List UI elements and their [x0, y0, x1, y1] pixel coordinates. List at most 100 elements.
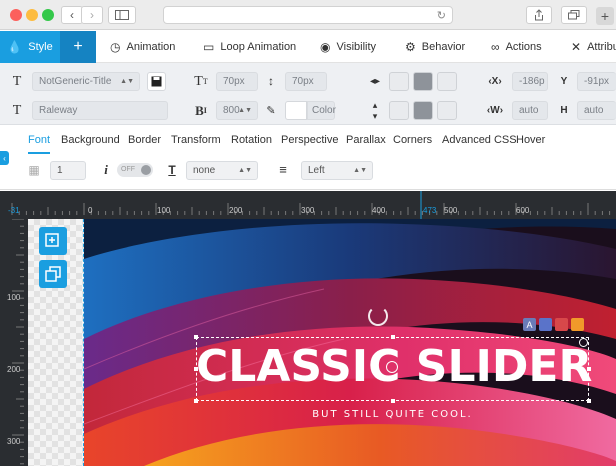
layer-center-crosshair-icon[interactable] [386, 361, 398, 373]
new-tab-button[interactable]: + [596, 7, 614, 25]
text-layer-icon[interactable]: A [523, 318, 536, 331]
font-size-input[interactable]: 70px [216, 72, 258, 91]
subtab-rotation[interactable]: Rotation [231, 134, 272, 146]
back-button[interactable]: ‹ [61, 6, 83, 24]
text-transform-icon: T [168, 162, 176, 177]
align-bottom-button[interactable] [437, 101, 457, 120]
slide-subtitle[interactable]: BUT STILL QUITE COOL. [196, 409, 589, 420]
subtab-parallax[interactable]: Parallax [346, 134, 386, 146]
ruler-label: 100 [7, 293, 21, 302]
eye-icon: ◉ [320, 40, 331, 54]
zoom-window-button[interactable] [42, 9, 54, 21]
subtab-font[interactable]: Font [28, 134, 50, 146]
y-position-input[interactable]: -91px [577, 72, 616, 91]
align-top-button[interactable] [389, 101, 409, 120]
add-layer-button[interactable] [39, 227, 67, 255]
link-icon: ∞ [491, 40, 500, 54]
ruler-label: 300 [7, 437, 21, 446]
subtab-hover[interactable]: Hover [516, 134, 545, 146]
chevron-right-icon: › [90, 8, 94, 22]
chevron-left-icon: ‹ [3, 153, 6, 163]
line-height-icon: ↕ [268, 74, 274, 88]
tab-style[interactable]: 💧 Style [0, 31, 60, 63]
slide-canvas[interactable]: A CLASSIC SLIDER BUT STILL QUITE COOL. [28, 219, 616, 466]
font-class-icon: T [12, 73, 22, 89]
y-position-label: Y [560, 76, 568, 87]
plus-icon: + [600, 8, 610, 24]
align-right-button[interactable] [437, 72, 457, 91]
width-input[interactable]: auto [512, 101, 548, 120]
reload-icon[interactable]: ↻ [437, 9, 446, 22]
ruler-label: 500 [444, 206, 458, 215]
save-style-button[interactable] [147, 72, 166, 91]
italic-toggle[interactable]: OFF [117, 163, 153, 177]
width-label: ‹ W › [486, 105, 504, 116]
x-position-label: ‹ X › [488, 76, 502, 87]
subtab-perspective[interactable]: Perspective [281, 134, 338, 146]
tabs-overview-button[interactable] [561, 6, 587, 24]
x-position-input[interactable]: -186p [512, 72, 548, 91]
layers-icon [45, 266, 61, 282]
tab-loop-animation[interactable]: ▭ Loop Animation [203, 31, 296, 63]
chevron-updown-icon: ▲▼ [238, 167, 252, 174]
align-center-button[interactable] [413, 72, 433, 91]
font-family-icon: T [12, 102, 22, 118]
add-icon: + [73, 38, 83, 55]
minimize-window-button[interactable] [26, 9, 38, 21]
tools-icon: ✕ [571, 40, 582, 54]
color-input[interactable]: Color [307, 101, 336, 120]
resize-handle[interactable] [391, 335, 395, 339]
subtab-border[interactable]: Border [128, 134, 161, 146]
color-swatch[interactable] [285, 101, 307, 120]
save-icon [151, 76, 162, 87]
height-input[interactable]: auto [577, 101, 616, 120]
chevron-updown-icon: ▲▼ [238, 107, 252, 114]
subtab-advanced-css[interactable]: Advanced CSS [442, 134, 517, 146]
text-align-select[interactable]: Left ▲▼ [301, 161, 373, 180]
horizontal-ruler[interactable]: -31 0 100 200 300 400 473 500 600 [0, 191, 616, 219]
resize-handle[interactable] [194, 399, 198, 403]
toggle-knob [141, 165, 151, 175]
align-middle-button[interactable] [413, 101, 433, 120]
font-weight-select[interactable]: 800 ▲▼ [216, 101, 258, 120]
copy-layer-icon[interactable] [571, 318, 584, 331]
font-family-input[interactable]: Raleway [32, 101, 168, 120]
tab-visibility[interactable]: ◉ Visibility [320, 31, 376, 63]
ruler-guide-label: 473 [423, 206, 437, 215]
tab-behavior[interactable]: ⚙ Behavior [405, 31, 465, 63]
height-label: H [560, 105, 568, 116]
add-style-button[interactable]: + [60, 31, 96, 63]
align-left-button[interactable] [389, 72, 409, 91]
text-transform-select[interactable]: none ▲▼ [186, 161, 258, 180]
tabs-icon [568, 10, 580, 20]
delete-layer-icon[interactable] [555, 318, 568, 331]
browser-titlebar: ‹ › ↻ + [0, 0, 616, 30]
font-class-select[interactable]: NotGeneric-Title ▲▼ [32, 72, 140, 91]
rotate-handle-icon[interactable] [368, 306, 388, 326]
ruler-label: 200 [229, 206, 243, 215]
sidebar-icon [115, 10, 129, 20]
tab-actions[interactable]: ∞ Actions [491, 31, 542, 63]
duplicate-layer-button[interactable] [39, 260, 67, 288]
tab-animation[interactable]: ◷ Animation [110, 31, 175, 63]
ruler-label: 0 [88, 206, 93, 215]
line-height-input[interactable]: 70px [285, 72, 327, 91]
resize-handle[interactable] [194, 335, 198, 339]
tab-attributes[interactable]: ✕ Attribu [571, 31, 616, 63]
vertical-ruler[interactable]: 100 200 300 ‹ [0, 219, 35, 466]
opacity-input[interactable]: 1 [50, 161, 86, 180]
forward-button[interactable]: › [81, 6, 103, 24]
share-button[interactable] [526, 6, 552, 24]
resize-handle[interactable] [391, 399, 395, 403]
resize-handle[interactable] [587, 399, 591, 403]
layer-settings-icon[interactable] [539, 318, 552, 331]
sidebar-toggle-button[interactable] [108, 6, 136, 24]
vertical-align-icon: ▴ ▾ [372, 99, 378, 121]
collapse-panel-button[interactable]: ‹ [0, 151, 9, 165]
slide-background-image: A CLASSIC SLIDER BUT STILL QUITE COOL. [84, 219, 616, 466]
close-window-button[interactable] [10, 9, 22, 21]
subtab-background[interactable]: Background [61, 134, 120, 146]
address-bar[interactable]: ↻ [163, 6, 453, 24]
subtab-corners[interactable]: Corners [393, 134, 432, 146]
subtab-transform[interactable]: Transform [171, 134, 221, 146]
